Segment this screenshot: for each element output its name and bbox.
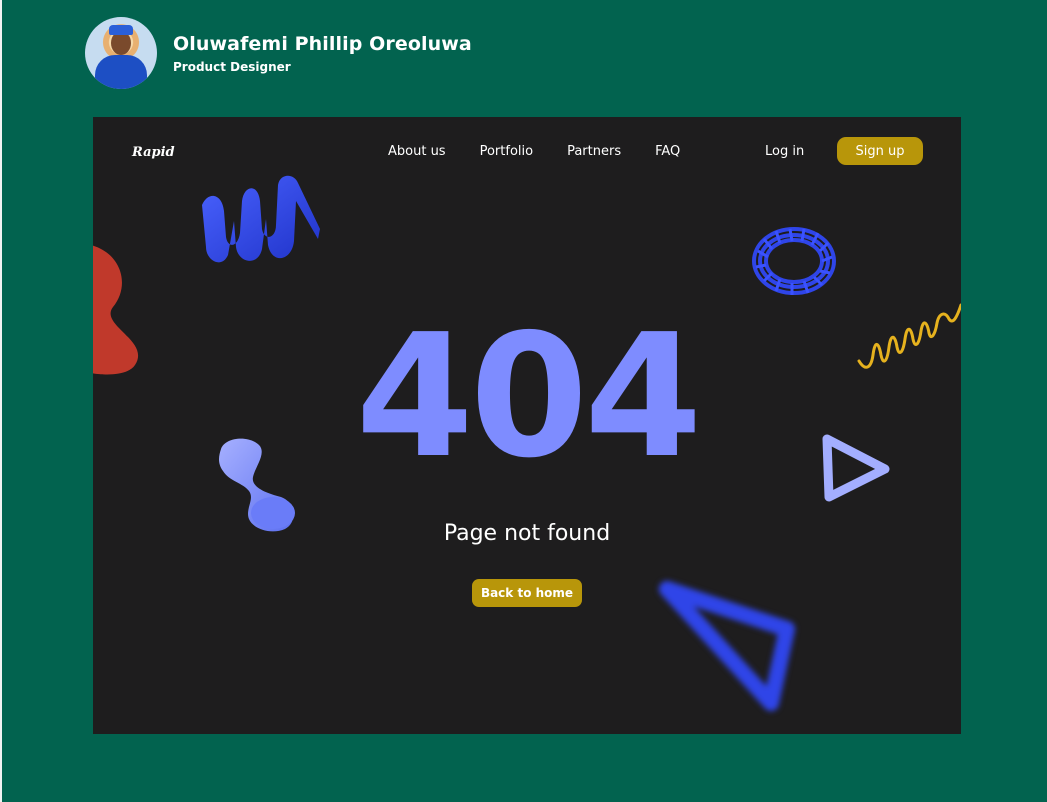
page-preview-frame: Rapid About us Portfolio Partners FAQ Lo… [93, 117, 961, 734]
back-to-home-button[interactable]: Back to home [472, 579, 582, 607]
nav-portfolio[interactable]: Portfolio [480, 144, 533, 159]
profile-header: Oluwafemi Phillip Oreoluwa Product Desig… [85, 17, 472, 89]
wave-shape-3d [202, 175, 320, 263]
profile-role: Product Designer [173, 59, 291, 74]
main-nav: About us Portfolio Partners FAQ [388, 144, 680, 159]
login-link[interactable]: Log in [765, 144, 804, 159]
nav-partners[interactable]: Partners [567, 144, 621, 159]
nav-faq[interactable]: FAQ [655, 144, 680, 159]
error-message: Page not found [443, 521, 611, 546]
avatar [85, 17, 157, 89]
site-logo[interactable]: Rapid [132, 145, 175, 160]
blurred-triangle-3d [659, 581, 795, 711]
coil-ring-3d [752, 227, 836, 295]
left-edge-strip [0, 0, 2, 802]
signup-button[interactable]: Sign up [837, 137, 923, 165]
nav-about-us[interactable]: About us [388, 144, 446, 159]
profile-name: Oluwafemi Phillip Oreoluwa [173, 32, 472, 55]
error-code: 404 [355, 298, 703, 496]
